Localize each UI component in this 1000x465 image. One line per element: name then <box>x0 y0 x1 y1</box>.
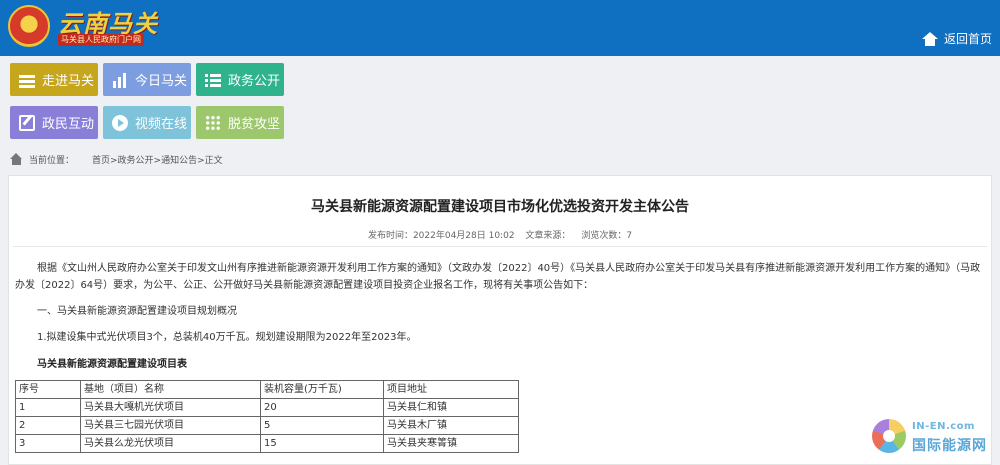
table-cell: 马关县仁和镇 <box>383 398 519 417</box>
watermark-cn: 国际能源网 <box>912 438 987 454</box>
table-header-row: 序号 基地（项目）名称 装机容量(万千瓦) 项目地址 <box>15 380 519 399</box>
article-title: 马关县新能源资源配置建设项目市场化优选投资开发主体公告 <box>311 199 689 215</box>
layers-icon <box>19 71 35 88</box>
table-cell: 马关县三七园光伏项目 <box>80 416 261 435</box>
table-cell: 马关县么龙光伏项目 <box>80 434 261 453</box>
nav-tile-label: 政务公开 <box>228 74 281 89</box>
breadcrumb-path[interactable]: 首页>政务公开>通知公告>正文 <box>92 153 223 166</box>
table-row: 2 马关县三七园光伏项目 5 马关县木厂镇 <box>15 416 519 435</box>
article-section-heading: 一、马关县新能源资源配置建设项目规划概况 <box>37 306 237 317</box>
table-row: 3 马关县么龙光伏项目 15 马关县夹寒箐镇 <box>15 434 519 453</box>
table-cell: 3 <box>15 434 81 453</box>
site-header: 云南马关 马关县人民政府门户网 返回首页 <box>0 0 1000 56</box>
return-home-label: 返回首页 <box>943 32 992 46</box>
nav-tile-label: 政民互动 <box>42 117 95 132</box>
table-cell: 马关县大嘎机光伏项目 <box>80 398 261 417</box>
table-header-cell: 基地（项目）名称 <box>80 380 261 399</box>
return-home-link[interactable]: 返回首页 <box>921 30 992 47</box>
publish-time: 发布时间：2022年04月28日 10:02 <box>367 231 515 241</box>
nav-tile-gov-affairs[interactable]: 政务公开 <box>196 63 284 96</box>
table-header-cell: 序号 <box>15 380 81 399</box>
divider <box>13 246 987 247</box>
breadcrumb-current-label: 当前位置： <box>29 155 75 166</box>
national-emblem-icon <box>8 5 50 47</box>
nav-tile-label: 今日马关 <box>135 74 188 89</box>
nav-tile-today[interactable]: 今日马关 <box>103 63 191 96</box>
watermark-en: IN-EN.com <box>912 421 975 432</box>
nav-tile-label: 视频在线 <box>135 117 188 132</box>
project-table: 序号 基地（项目）名称 装机容量(万千瓦) 项目地址 1 马关县大嘎机光伏项目 … <box>15 380 519 453</box>
nav-tile-interaction[interactable]: 政民互动 <box>10 106 98 139</box>
table-cell: 5 <box>260 416 384 435</box>
site-subtitle: 马关县人民政府门户网 <box>58 34 144 46</box>
table-cell: 马关县夹寒箐镇 <box>383 434 519 453</box>
bar-chart-icon <box>112 71 128 88</box>
table-header-cell: 项目地址 <box>383 380 519 399</box>
nav-tile-label: 走进马关 <box>42 74 95 89</box>
grid-icon <box>205 114 221 131</box>
table-title: 马关县新能源资源配置建设项目表 <box>37 359 187 370</box>
article-meta: 发布时间：2022年04月28日 10:02 文章来源： 浏览次数：7 <box>9 228 991 241</box>
table-cell: 马关县木厂镇 <box>383 416 519 435</box>
article-source: 文章来源： <box>525 231 571 241</box>
nav-tile-poverty[interactable]: 脱贫攻坚 <box>196 106 284 139</box>
breadcrumb: 当前位置： 首页>政务公开>通知公告>正文 <box>10 150 223 168</box>
article-paragraph: 1.拟建设集中式光伏项目3个，总装机40万千瓦。规划建设期限为2022年至202… <box>37 332 417 343</box>
table-cell: 1 <box>15 398 81 417</box>
edit-icon <box>19 114 35 131</box>
nav-tile-about[interactable]: 走进马关 <box>10 63 98 96</box>
nav-tile-label: 脱贫攻坚 <box>228 117 281 132</box>
flower-logo-icon <box>872 419 906 453</box>
list-icon <box>205 71 221 88</box>
view-count: 浏览次数：7 <box>581 231 633 241</box>
table-row: 1 马关县大嘎机光伏项目 20 马关县仁和镇 <box>15 398 519 417</box>
nav-tile-video[interactable]: 视频在线 <box>103 106 191 139</box>
table-cell: 15 <box>260 434 384 453</box>
table-header-cell: 装机容量(万千瓦) <box>260 380 384 399</box>
table-cell: 2 <box>15 416 81 435</box>
home-icon <box>921 31 938 46</box>
play-icon <box>112 114 128 131</box>
article-paragraph: 根据《文山州人民政府办公室关于印发文山州有序推进新能源资源开发利用工作方案的通知… <box>15 263 981 291</box>
home-icon <box>10 153 23 165</box>
table-cell: 20 <box>260 398 384 417</box>
watermark-logo: IN-EN.com 国际能源网 <box>872 415 996 461</box>
article-panel: 马关县新能源资源配置建设项目市场化优选投资开发主体公告 发布时间：2022年04… <box>8 175 992 465</box>
